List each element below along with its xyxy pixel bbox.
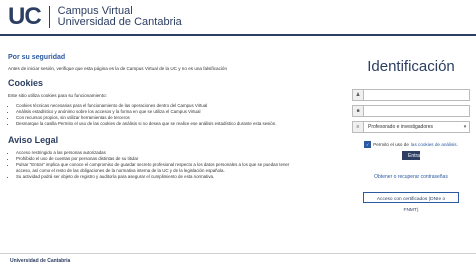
- password-input[interactable]: [364, 107, 469, 115]
- brand-line-2: Universidad de Cantabria: [57, 16, 182, 28]
- security-text: Antes de iniciar sesión, verifique que e…: [8, 66, 228, 71]
- cookies-title: Cookies: [8, 78, 44, 88]
- certificate-login-button[interactable]: Acceso con certificados (DNIe o FNMT): [363, 192, 459, 213]
- login-page: UC Campus Virtual Universidad de Cantabr…: [0, 0, 476, 271]
- legal-item: Su actividad podrá ser objeto de registr…: [16, 174, 298, 180]
- cookies-item: Desmarque la casilla Permito el uso de l…: [16, 121, 298, 127]
- cookie-permission: ✓ Permito el uso de las cookies de análi…: [352, 141, 470, 148]
- footer: Universidad de Cantabria: [0, 253, 476, 271]
- legal-title: Aviso Legal: [8, 135, 59, 145]
- cookies-list: Cookies técnicas necesarias para el func…: [8, 103, 298, 127]
- role-selected: Profesorado e investigadores: [368, 124, 434, 130]
- username-field: ♟: [352, 89, 470, 101]
- login-form: Identificación ♟ ■ ≡ Profesorado e inves…: [352, 58, 470, 213]
- footer-org: Universidad de Cantabria: [10, 258, 71, 264]
- uc-logo[interactable]: UC: [8, 5, 42, 29]
- permit-label: Permito el uso de: [373, 142, 409, 147]
- list-icon: ≡: [353, 122, 364, 132]
- user-icon: ♟: [353, 90, 364, 100]
- lock-icon: ■: [353, 106, 364, 116]
- chevron-down-icon: ▾: [463, 124, 467, 130]
- permit-link[interactable]: las cookies de análisis.: [411, 142, 458, 147]
- enter-button[interactable]: Entrar: [402, 151, 422, 160]
- brand-name: Campus Virtual Universidad de Cantabria: [58, 6, 182, 28]
- header-bar: UC Campus Virtual Universidad de Cantabr…: [0, 0, 476, 36]
- username-input[interactable]: [364, 91, 469, 99]
- recover-password-link[interactable]: Obtener o recuperar contraseñas: [352, 174, 470, 180]
- security-title: Por su seguridad: [8, 54, 66, 61]
- role-select[interactable]: ≡ Profesorado e investigadores ▾: [352, 121, 470, 133]
- logo-divider: [48, 6, 50, 28]
- legal-list: Acceso restringido a las personas autori…: [8, 150, 298, 180]
- permit-checkbox[interactable]: ✓: [364, 141, 372, 148]
- password-field: ■: [352, 105, 470, 117]
- login-title: Identificación: [367, 58, 455, 75]
- legal-item: Pulsar "Entrar" implica que conoce el co…: [16, 162, 298, 174]
- cookies-intro: Este sitio utiliza cookies para su funci…: [8, 93, 107, 98]
- info-column: Por su seguridad Antes de iniciar sesión…: [0, 48, 304, 180]
